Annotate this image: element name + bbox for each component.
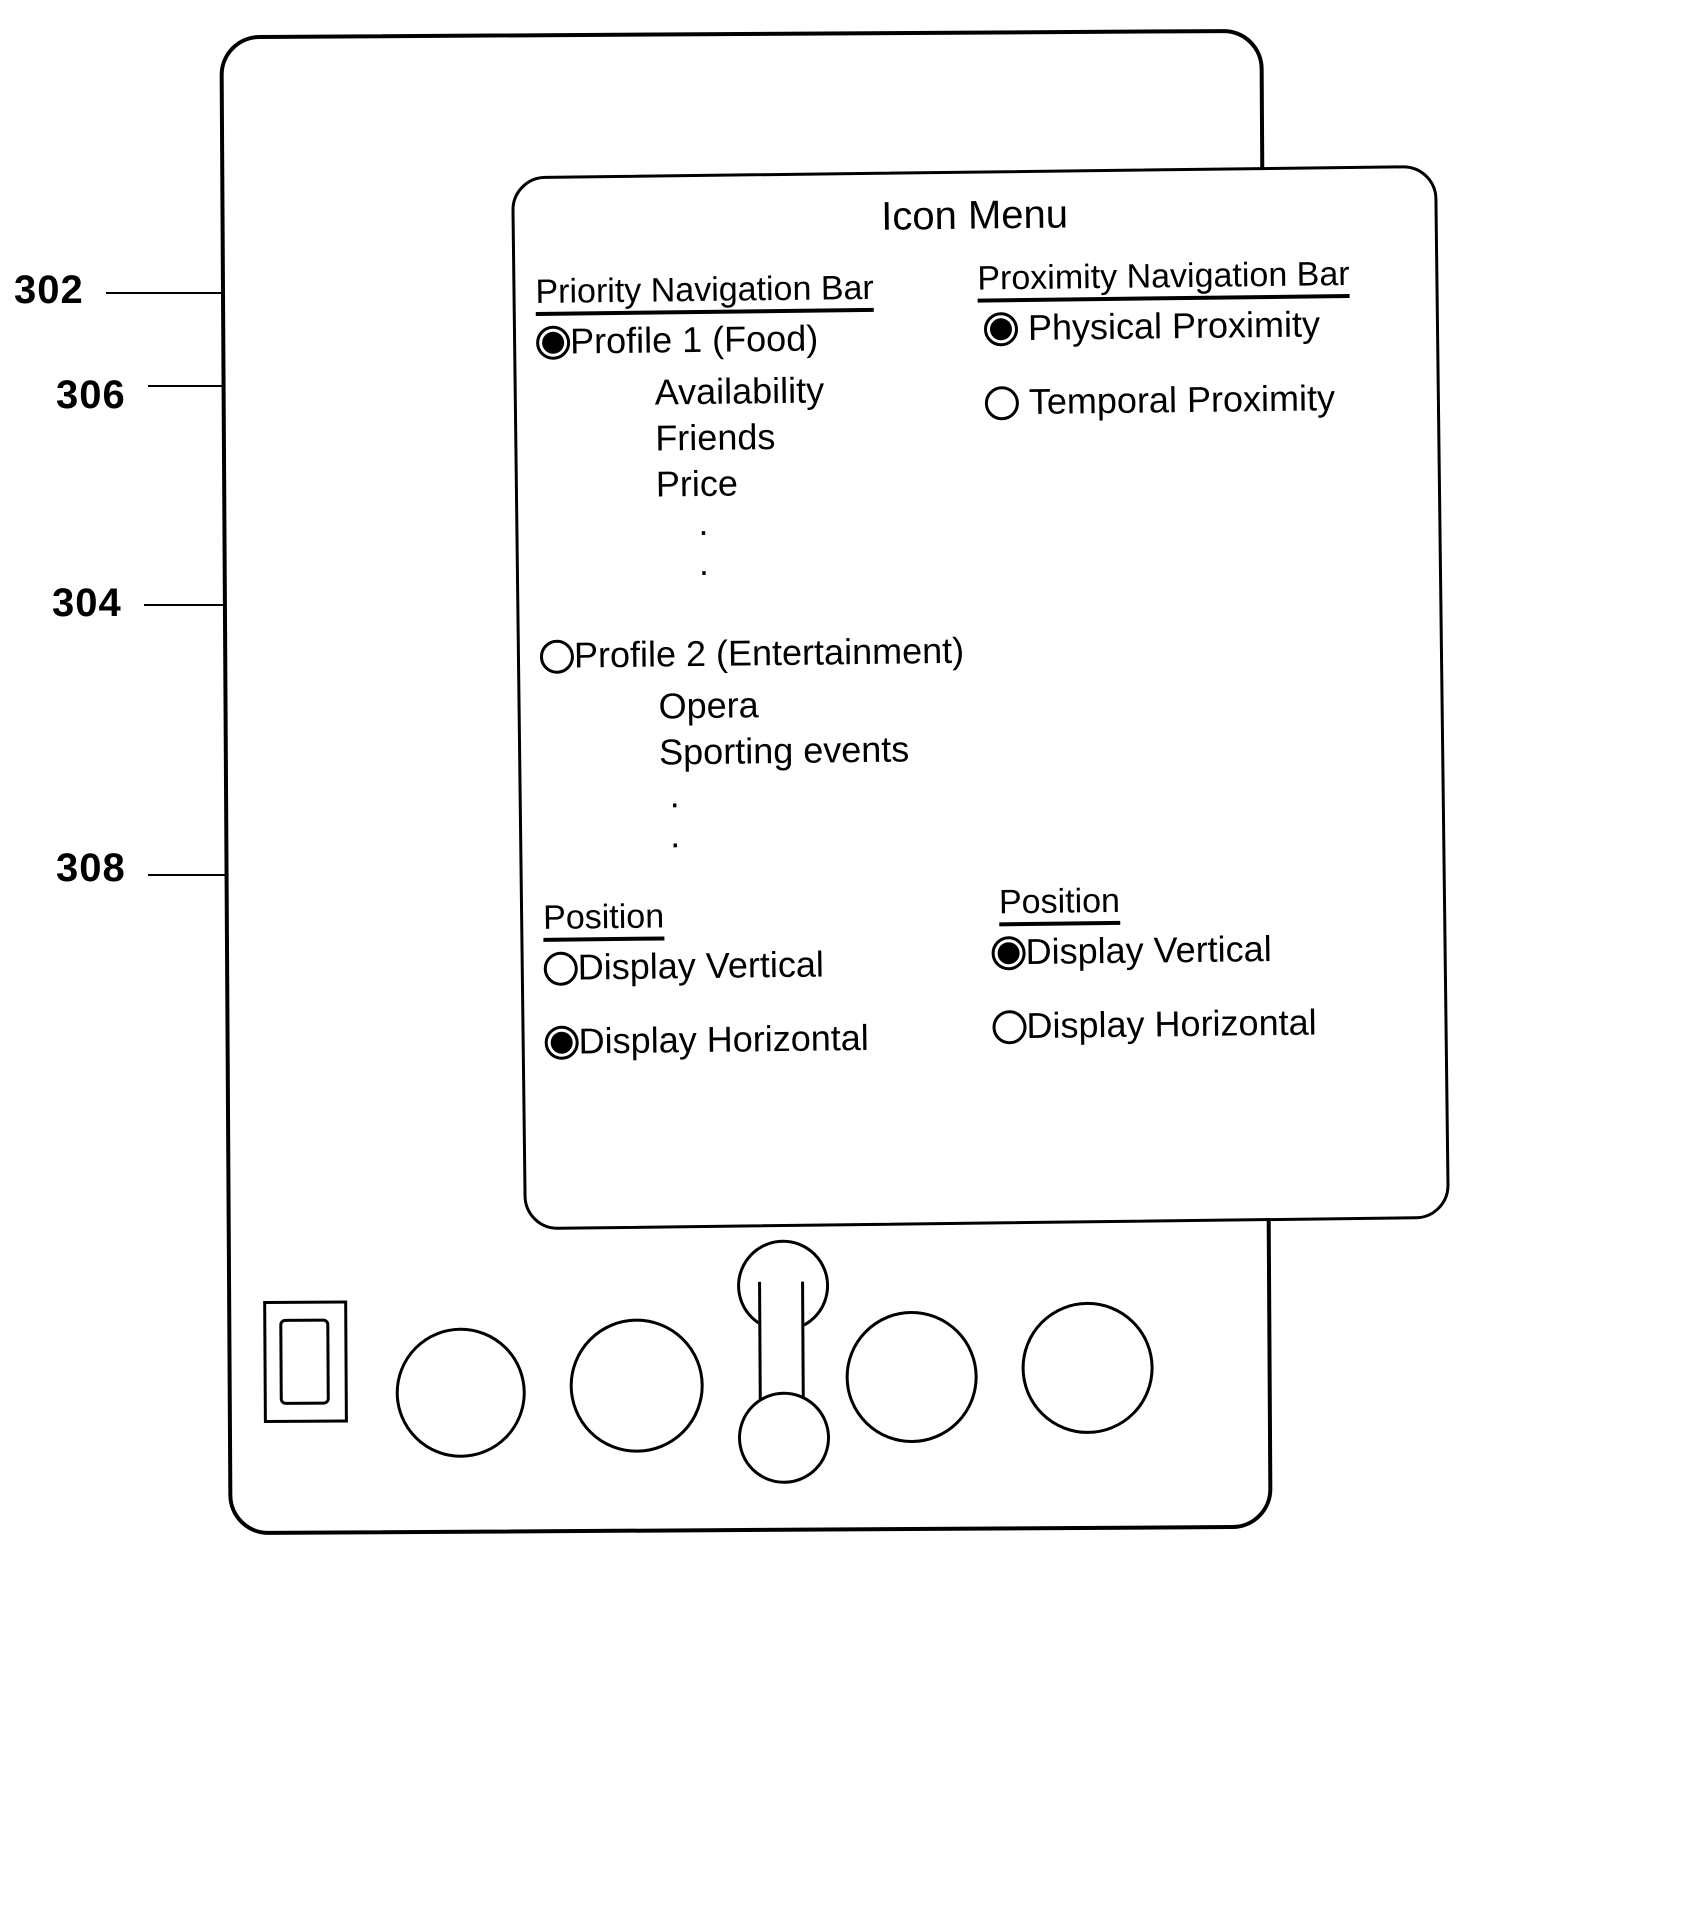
radio-label-profile-2: Profile 2 (Entertainment) — [573, 629, 965, 676]
radio-option-left-display-vertical[interactable]: Display Vertical — [543, 943, 825, 990]
priority-navigation-column: Priority Navigation Bar Profile 1 (Food)… — [534, 174, 964, 1062]
radio-icon-left-display-horizontal[interactable] — [544, 1025, 579, 1060]
list-item-price[interactable]: Price — [656, 461, 739, 507]
app-button-1[interactable] — [395, 1327, 527, 1459]
radio-option-right-display-horizontal[interactable]: Display Horizontal — [992, 1001, 1317, 1047]
ref-numeral-304: 304 — [52, 581, 122, 625]
list-item-friends[interactable]: Friends — [655, 414, 776, 460]
radio-option-profile-2[interactable]: Profile 2 (Entertainment) — [539, 629, 965, 678]
ellipsis-dot-profile1-b: . — [698, 541, 710, 583]
radio-label-right-display-vertical: Display Vertical — [1025, 928, 1272, 973]
radio-label-right-display-horizontal: Display Horizontal — [1026, 1001, 1317, 1047]
power-button-inner-icon — [279, 1318, 330, 1405]
position-left-heading: Position — [543, 897, 665, 942]
list-item-sporting-events[interactable]: Sporting events — [659, 726, 910, 774]
ellipsis-dot-profile1-a: . — [698, 501, 709, 543]
radio-label-profile-1: Profile 1 (Food) — [569, 317, 819, 362]
radio-label-left-display-vertical: Display Vertical — [577, 943, 825, 988]
radio-icon-profile-1[interactable] — [535, 325, 571, 360]
radio-icon-physical-proximity[interactable] — [983, 312, 1019, 347]
radio-icon-right-display-vertical[interactable] — [991, 936, 1026, 971]
app-button-4[interactable] — [1021, 1301, 1154, 1435]
ellipsis-dot-profile2-a: . — [669, 774, 680, 816]
radio-icon-profile-2[interactable] — [539, 639, 575, 674]
radio-option-profile-1[interactable]: Profile 1 (Food) — [535, 317, 819, 364]
priority-nav-heading: Priority Navigation Bar — [535, 269, 875, 316]
radio-icon-right-display-horizontal[interactable] — [992, 1010, 1027, 1045]
ref-numeral-306: 306 — [56, 373, 126, 417]
radio-label-physical-proximity: Physical Proximity — [1027, 303, 1321, 348]
proximity-nav-heading: Proximity Navigation Bar — [977, 255, 1350, 303]
radio-icon-left-display-vertical[interactable] — [543, 951, 578, 986]
ref-numeral-302: 302 — [14, 268, 84, 312]
handheld-device-body: Icon Menu Priority Navigation Bar Profil… — [219, 28, 1450, 1536]
radio-icon-temporal-proximity[interactable] — [984, 386, 1020, 421]
device-screen: Icon Menu Priority Navigation Bar Profil… — [511, 164, 1450, 1231]
list-item-availability[interactable]: Availability — [654, 367, 824, 414]
screen-title: Icon Menu — [880, 192, 1069, 239]
ref-numeral-308: 308 — [56, 846, 126, 890]
list-item-opera[interactable]: Opera — [658, 682, 759, 728]
proximity-navigation-column: Proximity Navigation Bar Physical Proxim… — [976, 168, 1416, 1046]
radio-label-temporal-proximity: Temporal Proximity — [1028, 377, 1336, 422]
scroll-rocker-down-button[interactable] — [737, 1391, 831, 1485]
position-right-heading: Position — [999, 882, 1121, 927]
ellipsis-dot-profile2-b: . — [669, 814, 681, 856]
app-button-3[interactable] — [845, 1310, 979, 1444]
radio-option-physical-proximity[interactable]: Physical Proximity — [983, 303, 1321, 350]
radio-label-left-display-horizontal: Display Horizontal — [578, 1016, 869, 1062]
app-button-2[interactable] — [569, 1318, 705, 1454]
radio-option-left-display-horizontal[interactable]: Display Horizontal — [544, 1017, 869, 1063]
radio-option-temporal-proximity[interactable]: Temporal Proximity — [984, 377, 1336, 424]
radio-option-right-display-vertical[interactable]: Display Vertical — [991, 928, 1272, 974]
